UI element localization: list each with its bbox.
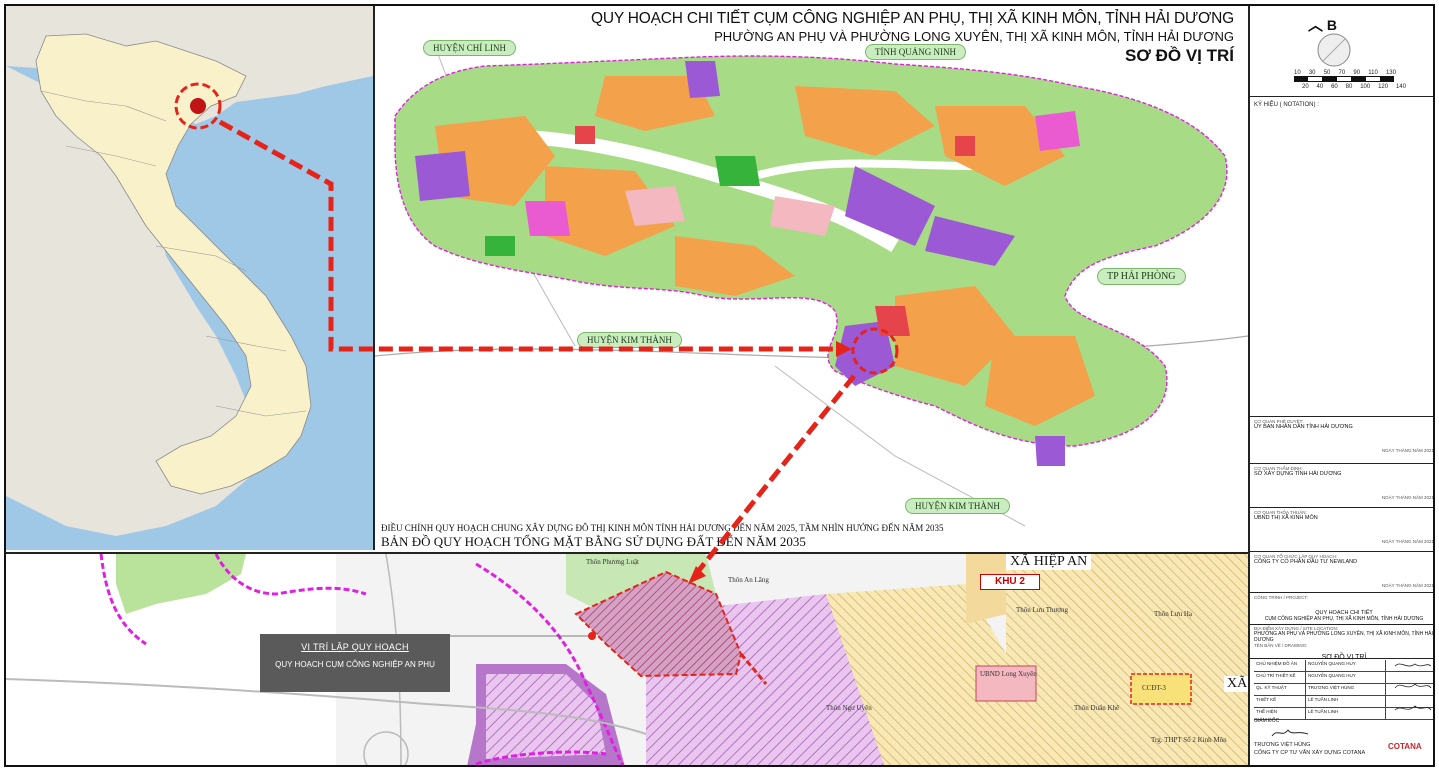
site-callout-body: QUY HOẠCH CỤM CÔNG NGHIỆP AN PHỤ	[275, 660, 435, 669]
organizer-section: CƠ QUAN TỔ CHỨC LẬP QUY HOẠCH: CÔNG TY C…	[1254, 554, 1434, 588]
village-label: Thôn Lưu Thượng	[1016, 606, 1068, 614]
site-callout: VỊ TRÍ LẬP QUY HOẠCH QUY HOẠCH CỤM CÔNG …	[260, 634, 450, 692]
master-map-caption-small: ĐIỀU CHỈNH QUY HOẠCH CHUNG XÂY DỰNG ĐÔ T…	[381, 523, 944, 533]
sheet-title: SƠ ĐỒ VỊ TRÍ	[1125, 46, 1234, 65]
project-subtitle: PHƯỜNG AN PHỤ VÀ PHƯỜNG LONG XUYÊN, THỊ …	[714, 29, 1234, 44]
notation-heading: KÝ HIỆU ( NOTATION) :	[1254, 102, 1319, 108]
project-title: QUY HOẠCH CHI TIẾT CỤM CÔNG NGHIỆP AN PH…	[590, 10, 1234, 27]
region-label-hai-phong: TP HẢI PHÒNG	[1097, 268, 1186, 285]
agreement-section: CƠ QUAN THỎA THUẬN: UBND THỊ XÃ KINH MÔN…	[1254, 510, 1434, 544]
drawing-sheet: HUYỆN CHÍ LINH TỈNH QUẢNG NINH TP HẢI PH…	[4, 4, 1435, 767]
master-map-caption-large: BẢN ĐỒ QUY HOẠCH TỔNG MẶT BẰNG SỬ DỤNG Đ…	[381, 534, 806, 549]
region-label-kim-thanh-west: HUYỆN KIM THÀNH	[577, 332, 682, 348]
region-label-kim-thanh-east: HUYỆN KIM THÀNH	[905, 498, 1010, 514]
company-name: CÔNG TY CP TƯ VẤN XÂY DỰNG COTANA	[1254, 750, 1366, 756]
master-plan-map: HUYỆN CHÍ LINH TỈNH QUẢNG NINH TP HẢI PH…	[375, 6, 1248, 550]
commune-label-hiep-an: XÃ HIỆP AN	[1006, 554, 1092, 570]
commune-label-right: XÃ	[1224, 676, 1248, 692]
village-label: Thôn Lưu Hạ	[1154, 610, 1193, 618]
building-label: CCĐT-3	[1142, 684, 1166, 692]
scale-top-labels: 10 30 50 70 90 110 130	[1294, 70, 1396, 76]
village-label: Thôn Ngư Uyên	[826, 704, 872, 712]
project-section: CÔNG TRÌNH / PROJECT: QUY HOẠCH CHI TIẾT…	[1254, 595, 1424, 622]
cotana-logo: COTANA	[1388, 742, 1422, 751]
location-section: ĐỊA ĐIỂM XÂY DỰNG / SITE LOCATION: PHƯỜN…	[1254, 626, 1433, 661]
village-label: Thôn Phương Luật	[586, 558, 639, 566]
village-label: Thôn Duẩn Khê	[1074, 704, 1120, 712]
scale-bar	[1294, 76, 1394, 82]
director-label: GIÁM ĐỐC	[1254, 718, 1280, 724]
building-label: Trg. THPT Số 2 Kinh Môn	[1151, 736, 1227, 744]
table-signatures	[1394, 663, 1432, 711]
appraisal-section: CƠ QUAN THẨM ĐỊNH: SỞ XÂY DỰNG TỈNH HẢI …	[1254, 466, 1434, 500]
site-callout-title: VỊ TRÍ LẬP QUY HOẠCH	[301, 642, 409, 652]
region-label-chi-linh: HUYỆN CHÍ LINH	[423, 40, 516, 56]
scale-bottom-labels: 20 40 60 80 100 120 140	[1302, 84, 1406, 90]
compass-icon	[1317, 33, 1351, 67]
building-label: UBND Long Xuyên	[980, 670, 1037, 678]
village-label: Thôn An Lăng	[728, 576, 769, 584]
director-name: TRƯƠNG VIỆT HÙNG	[1254, 742, 1311, 748]
detail-site-map: VỊ TRÍ LẬP QUY HOẠCH QUY HOẠCH CỤM CÔNG …	[6, 552, 1248, 765]
legend-panel: ︿ B 10 30 50 70 90 110 130 20 40 60 80 100 120 140 K…	[1248, 6, 1434, 765]
title-block: QUY HOẠCH CHI TIẾT CỤM CÔNG NGHIỆP AN PH…	[591, 10, 1234, 66]
zone-label-khu2: KHU 2	[980, 574, 1040, 590]
approval-section: CƠ QUAN PHÊ DUYỆT: ỦY BAN NHÂN DÂN TỈNH …	[1254, 419, 1434, 453]
director-signature	[1271, 729, 1309, 737]
vietnam-locator-map	[6, 6, 375, 550]
